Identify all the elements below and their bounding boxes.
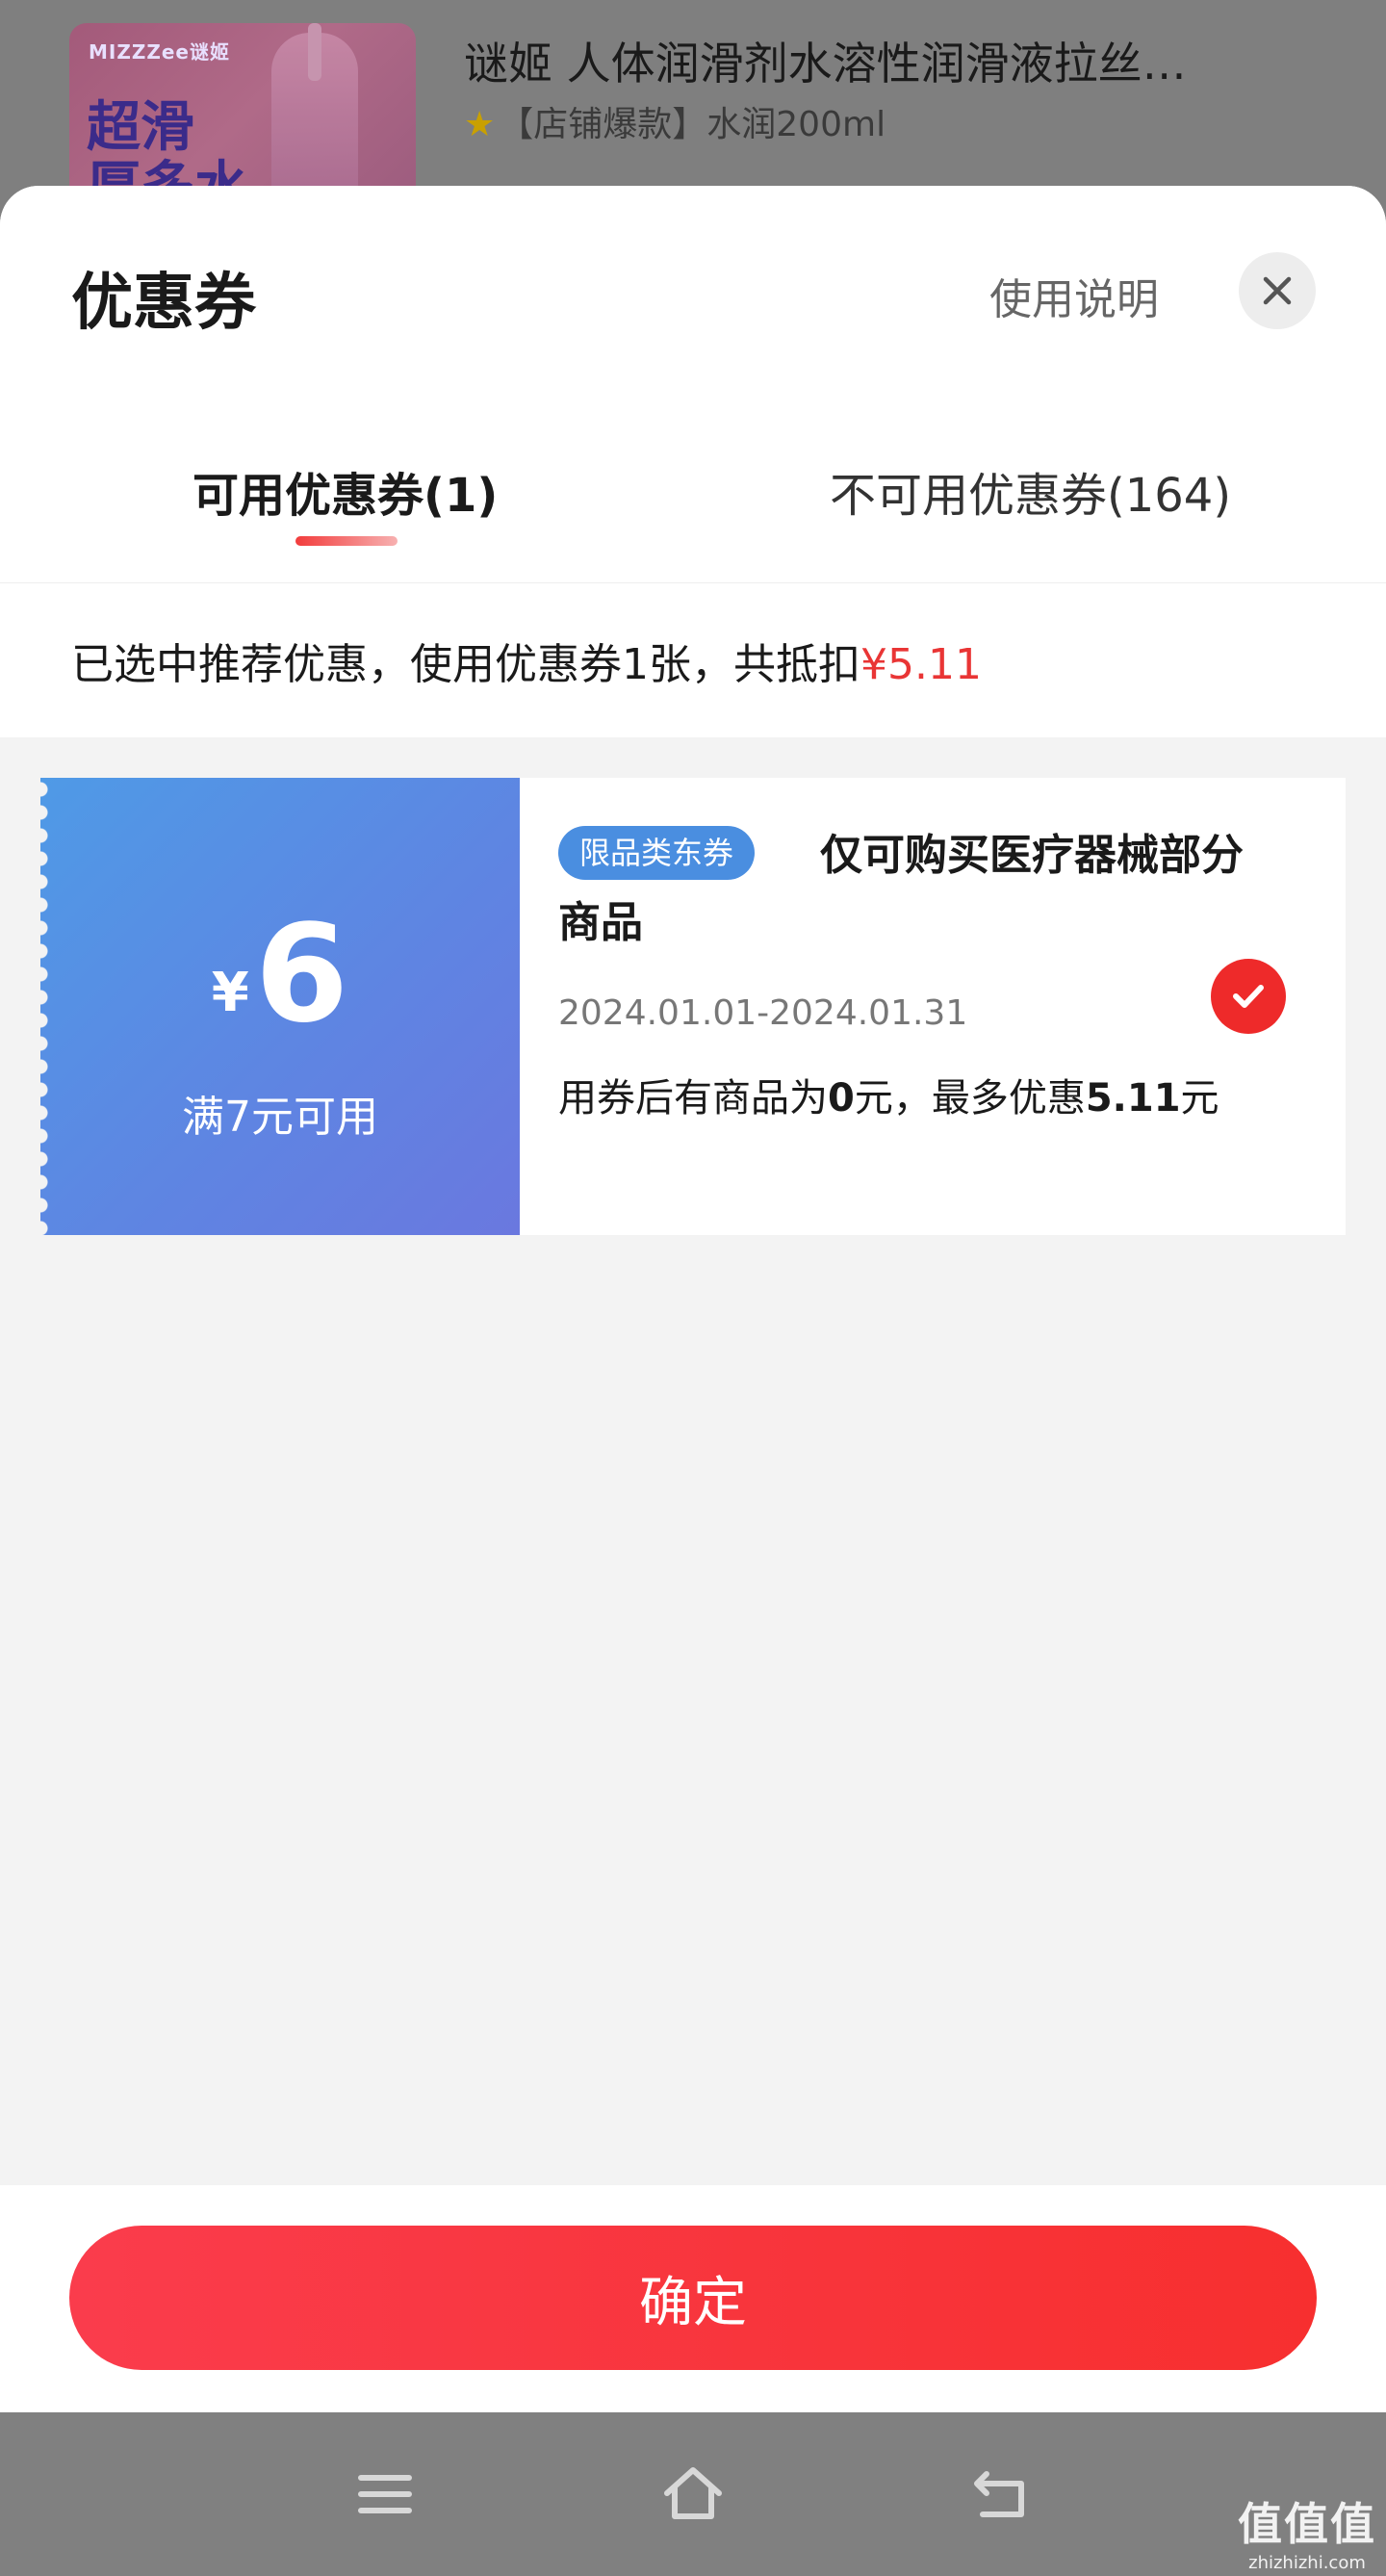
sheet-title: 优惠券 [71,268,256,339]
sheet-footer: 确定 [0,2185,1386,2412]
active-tab-indicator [295,536,398,546]
summary-amount: ¥5.11 [860,640,982,689]
check-icon [1233,985,1264,1008]
thumbnail-brand: MIZZZee谜姬 [89,40,230,64]
background-product-row: MIZZZee谜姬 超滑 厚多水 谜姬 人体润滑剂水溶性润滑液拉丝… ★ 【店铺爆… [0,0,1386,212]
coupon-validity: 2024.01.01-2024.01.31 [558,993,968,1033]
menu-icon [358,2475,412,2513]
usage-instructions-link[interactable]: 使用说明 [989,265,1159,326]
tab-available-coupons[interactable]: 可用优惠券(1) [192,457,498,525]
coupon-rule: 用券后有商品为0元，最多优惠5.11元 [558,1076,1219,1121]
coupon-card[interactable]: ¥6 满7元可用 仅可购买医疗器械部分商品 限品类东券 2024.01.01-2… [40,778,1346,1235]
home-icon [664,2467,722,2519]
nav-menu-button[interactable] [346,2456,424,2533]
nav-home-button[interactable] [654,2456,732,2533]
nav-back-button[interactable] [962,2456,1040,2533]
coupon-selected-checkbox[interactable] [1211,959,1286,1034]
coupon-value-panel: ¥6 满7元可用 [40,778,520,1235]
back-icon [974,2471,1024,2517]
sheet-header: 优惠券 使用说明 可用优惠券(1) 不可用优惠券(164) [0,186,1386,584]
coupon-sheet: 优惠券 使用说明 可用优惠券(1) 不可用优惠券(164) 已选中推荐优惠，使用… [0,186,1386,2412]
coupon-details: 仅可购买医疗器械部分商品 限品类东券 2024.01.01-2024.01.31… [520,778,1346,1235]
close-icon [1263,276,1292,305]
coupon-category-tag: 限品类东券 [558,826,756,880]
product-subtitle: ★ 【店铺爆款】水润200ml [464,105,886,144]
coupon-amount: ¥6 [211,896,349,1053]
product-title: 谜姬 人体润滑剂水溶性润滑液拉丝… [464,38,1187,90]
confirm-button[interactable]: 确定 [69,2226,1317,2370]
system-nav-bar [0,2412,1386,2576]
close-button[interactable] [1239,252,1316,329]
product-thumbnail: MIZZZee谜姬 超滑 厚多水 [69,23,416,212]
watermark: 值值值 zhizhizhi.com [1238,2498,1376,2573]
coupon-threshold: 满7元可用 [182,1093,378,1142]
summary-text: 已选中推荐优惠，使用优惠券1张，共抵扣¥5.11 [71,640,982,689]
selection-summary: 已选中推荐优惠，使用优惠券1张，共抵扣¥5.11 [0,583,1386,737]
star-icon: ★ [464,105,496,144]
tab-unavailable-coupons[interactable]: 不可用优惠券(164) [830,457,1231,525]
